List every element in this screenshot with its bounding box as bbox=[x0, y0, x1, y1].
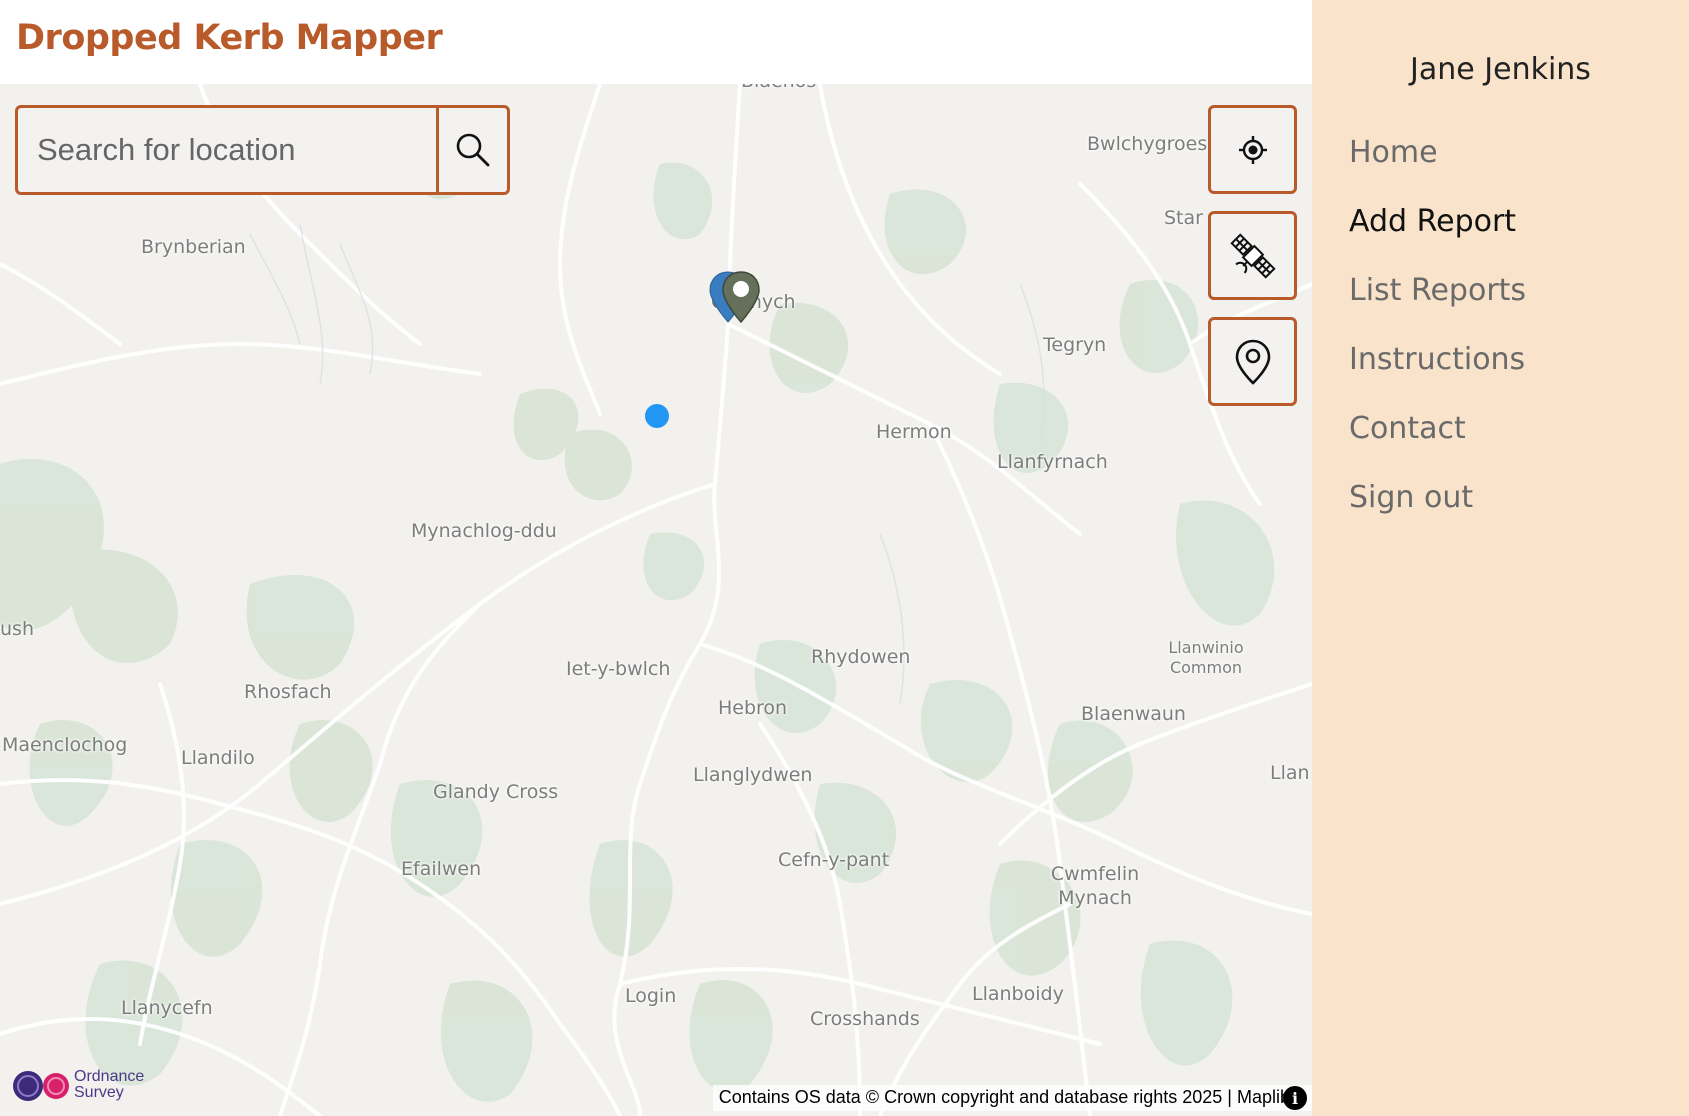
place-label: Hebron bbox=[718, 697, 788, 719]
app-header: Dropped Kerb Mapper bbox=[0, 0, 1312, 84]
nav-item-contact[interactable]: Contact bbox=[1349, 411, 1466, 446]
place-label: Glandy Cross bbox=[433, 781, 559, 803]
satellite-icon bbox=[1229, 232, 1276, 279]
report-marker-green[interactable] bbox=[719, 268, 769, 328]
satellite-view-button[interactable] bbox=[1208, 211, 1297, 300]
place-label: Maenclochog bbox=[2, 734, 128, 756]
place-label: Hermon bbox=[876, 421, 952, 443]
place-label: Cwmfelin Mynach bbox=[1050, 863, 1140, 909]
place-label: ush bbox=[0, 618, 34, 640]
place-label: Llanycefn bbox=[121, 997, 213, 1019]
nav-item-sign-out[interactable]: Sign out bbox=[1349, 480, 1473, 515]
nav-item-home[interactable]: Home bbox=[1349, 135, 1438, 170]
place-label: Login bbox=[625, 985, 677, 1007]
place-label: Iet-y-bwlch bbox=[566, 658, 671, 680]
place-label: Brynberian bbox=[141, 236, 246, 258]
locate-me-button[interactable] bbox=[1208, 105, 1297, 194]
info-icon[interactable]: i bbox=[1283, 1086, 1307, 1110]
sidebar-menu: Jane Jenkins Home Add Report List Report… bbox=[1312, 0, 1689, 1116]
place-label: Bwlchygroes bbox=[1087, 133, 1208, 155]
place-label: Crosshands bbox=[810, 1008, 920, 1030]
place-label: Star bbox=[1164, 207, 1203, 229]
search-icon bbox=[456, 133, 490, 167]
place-label: Llanfyrnach bbox=[997, 451, 1108, 473]
search-button[interactable] bbox=[436, 108, 507, 192]
place-label: Tegryn bbox=[1043, 334, 1107, 356]
search-bar bbox=[15, 105, 510, 195]
app-title[interactable]: Dropped Kerb Mapper bbox=[16, 18, 443, 58]
add-location-pin-button[interactable] bbox=[1208, 317, 1297, 406]
place-label: Llanwinio Common bbox=[1168, 638, 1244, 677]
place-label: Llanglydwen bbox=[693, 764, 813, 786]
current-location-dot bbox=[645, 404, 669, 428]
place-label: Llandilo bbox=[181, 747, 255, 769]
place-label: Rhosfach bbox=[244, 681, 332, 703]
map-pin-icon bbox=[1235, 339, 1270, 385]
place-label: Rhydowen bbox=[811, 646, 911, 668]
map-attribution: Contains OS data © Crown copyright and d… bbox=[712, 1085, 1312, 1111]
user-name: Jane Jenkins bbox=[1410, 52, 1591, 87]
map-view[interactable]: Blaenos Brynberian Crymych Bwlchygroes S… bbox=[0, 84, 1312, 1116]
place-label: Llanboidy bbox=[972, 983, 1064, 1005]
place-label: Mynachlog-ddu bbox=[411, 520, 557, 542]
place-label: Blaenwaun bbox=[1081, 703, 1186, 725]
place-label: Cefn-y-pant bbox=[778, 849, 890, 871]
place-label: Blaenos bbox=[741, 84, 816, 92]
nav-item-instructions[interactable]: Instructions bbox=[1349, 342, 1525, 377]
nav-item-list-reports[interactable]: List Reports bbox=[1349, 273, 1526, 308]
crosshair-icon bbox=[1238, 135, 1267, 164]
nav-item-add-report[interactable]: Add Report bbox=[1349, 204, 1516, 239]
place-label: Llan bbox=[1270, 762, 1310, 784]
place-label: Efailwen bbox=[401, 858, 482, 880]
search-input[interactable] bbox=[18, 108, 436, 192]
os-logo-text: Ordnance Survey bbox=[74, 1068, 145, 1101]
